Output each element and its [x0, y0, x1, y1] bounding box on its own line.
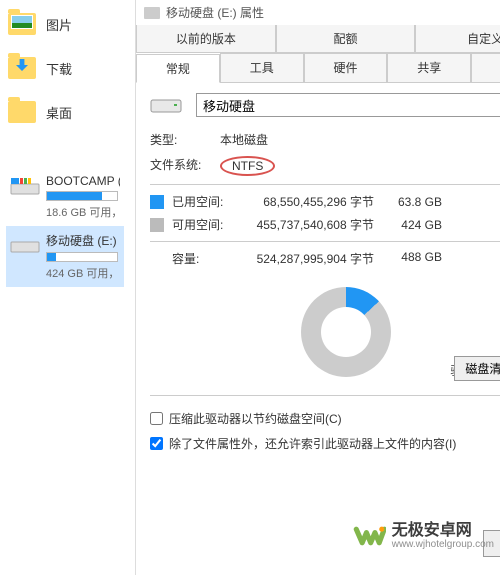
compress-label: 压缩此驱动器以节约磁盘空间(C)	[169, 410, 342, 427]
free-space-label: 可用空间:	[172, 216, 232, 233]
tab-tools[interactable]: 工具	[220, 53, 304, 82]
compress-checkbox[interactable]	[150, 412, 163, 425]
drive-list: BOOTCAMP ( 18.6 GB 可用， 移动硬盘 (E:) 424 GB …	[6, 168, 124, 287]
nav-desktop[interactable]: 桌面	[6, 96, 124, 128]
drive-free-text: 424 GB 可用，	[46, 265, 120, 281]
folder-downloads-icon	[6, 52, 38, 84]
drive-item-removable[interactable]: 移动硬盘 (E:) 424 GB 可用，	[6, 226, 124, 287]
dialog-titlebar: 移动硬盘 (E:) 属性	[136, 0, 500, 25]
explorer-sidebar: 图片 下载 桌面 BOOTCAMP ( 18.6 GB 可用， 移动硬盘 (E:…	[0, 0, 130, 575]
type-label: 类型:	[150, 131, 220, 148]
tab-quota[interactable]: 配额	[276, 25, 416, 52]
drive-usage-bar	[46, 252, 118, 262]
free-space-human: 424 GB	[382, 218, 442, 232]
drive-icon	[10, 176, 40, 200]
capacity-human: 488 GB	[382, 250, 442, 267]
watermark-url: www.wjhotelgroup.com	[392, 539, 494, 550]
index-label: 除了文件属性外，还允许索引此驱动器上文件的内容(I)	[169, 435, 456, 452]
nav-pictures[interactable]: 图片	[6, 8, 124, 40]
disk-cleanup-button[interactable]: 磁盘清理(D)	[454, 356, 500, 381]
drive-name: 移动硬盘 (E:)	[46, 232, 120, 249]
compress-checkbox-row[interactable]: 压缩此驱动器以节约磁盘空间(C)	[150, 410, 500, 427]
dialog-title-text: 移动硬盘 (E:) 属性	[166, 4, 264, 21]
tab-previous-versions[interactable]: 以前的版本	[136, 25, 276, 52]
used-space-human: 63.8 GB	[382, 195, 442, 209]
tabs-row-lower: 常规 工具 硬件 共享 安全	[136, 53, 500, 83]
divider	[150, 241, 500, 242]
tab-general[interactable]: 常规	[136, 54, 220, 83]
usage-donut-chart	[301, 287, 391, 377]
nav-desktop-label: 桌面	[46, 103, 72, 122]
divider	[150, 395, 500, 396]
type-value: 本地磁盘	[220, 131, 268, 148]
used-space-swatch	[150, 195, 164, 209]
divider	[150, 184, 500, 185]
index-checkbox-row[interactable]: 除了文件属性外，还允许索引此驱动器上文件的内容(I)	[150, 435, 500, 452]
filesystem-label: 文件系统:	[150, 156, 220, 176]
watermark-logo-icon	[352, 519, 386, 553]
tab-hardware[interactable]: 硬件	[304, 53, 388, 82]
tab-security[interactable]: 安全	[471, 53, 500, 82]
drive-free-text: 18.6 GB 可用，	[46, 204, 120, 220]
watermark-title: 无极安卓网	[392, 522, 494, 540]
tab-customize[interactable]: 自定义	[415, 25, 500, 52]
folder-pictures-icon	[6, 8, 38, 40]
capacity-bytes: 524,287,995,904 字节	[232, 250, 382, 267]
drive-usage-bar	[46, 191, 118, 201]
tab-general-content: 类型: 本地磁盘 文件系统: NTFS 已用空间: 68,550,455,296…	[136, 83, 500, 470]
drive-icon	[10, 234, 40, 258]
tab-sharing[interactable]: 共享	[387, 53, 471, 82]
free-space-swatch	[150, 218, 164, 232]
drive-item-bootcamp[interactable]: BOOTCAMP ( 18.6 GB 可用，	[6, 168, 124, 226]
used-space-bytes: 68,550,455,296 字节	[232, 193, 382, 210]
used-space-label: 已用空间:	[172, 193, 232, 210]
folder-desktop-icon	[6, 96, 38, 128]
nav-pictures-label: 图片	[46, 15, 72, 34]
index-checkbox[interactable]	[150, 437, 163, 450]
drive-name: BOOTCAMP (	[46, 174, 120, 188]
watermark: 无极安卓网 www.wjhotelgroup.com	[352, 519, 494, 553]
capacity-label: 容量:	[172, 250, 232, 267]
drive-large-icon	[150, 94, 182, 116]
nav-downloads-label: 下载	[46, 59, 72, 78]
free-space-bytes: 455,737,540,608 字节	[232, 216, 382, 233]
drive-name-input[interactable]	[196, 93, 500, 117]
properties-dialog: 移动硬盘 (E:) 属性 以前的版本 配额 自定义 常规 工具 硬件 共享 安全…	[135, 0, 500, 575]
nav-downloads[interactable]: 下载	[6, 52, 124, 84]
filesystem-value: NTFS	[220, 156, 275, 176]
tabs-row-upper: 以前的版本 配额 自定义	[136, 25, 500, 53]
drive-small-icon	[144, 7, 160, 19]
